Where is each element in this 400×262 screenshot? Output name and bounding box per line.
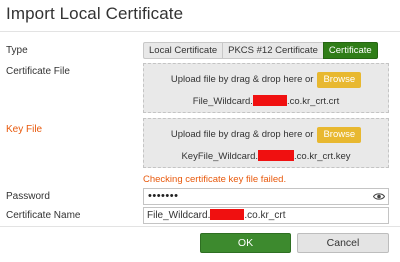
eye-icon[interactable]: [373, 192, 385, 201]
ok-button[interactable]: OK: [200, 233, 291, 253]
certificate-filename-suffix: .co.kr_crt.crt: [286, 96, 340, 107]
key-file-dropzone[interactable]: Upload file by drag & drop here or Brows…: [143, 118, 389, 168]
key-filename-prefix: KeyFile_Wildcard.: [181, 151, 259, 162]
key-filename-suffix: .co.kr_crt.key: [294, 151, 351, 162]
password-input[interactable]: •••••••: [143, 188, 389, 205]
certificate-name-label: Certificate Name: [6, 210, 81, 221]
key-browse-button[interactable]: Browse: [317, 126, 362, 143]
certificate-file-label: Certificate File: [6, 66, 70, 77]
key-file-label: Key File: [6, 124, 43, 135]
certificate-filename: File_Wildcard. .co.kr_crt.crt: [144, 95, 388, 107]
type-option-certificate[interactable]: Certificate: [322, 42, 378, 59]
certificate-upload-text: Upload file by drag & drop here or: [170, 74, 314, 85]
type-option-pkcs12-certificate[interactable]: PKCS #12 Certificate: [222, 42, 323, 59]
type-option-local-certificate[interactable]: Local Certificate: [143, 42, 223, 59]
certificate-name-input[interactable]: File_Wildcard. .co.kr_crt: [143, 207, 389, 224]
redaction-block: [258, 150, 295, 161]
redaction-block: [210, 209, 245, 220]
import-certificate-dialog: Import Local Certificate Type Local Cert…: [0, 0, 400, 262]
certificate-name-suffix: .co.kr_crt: [244, 210, 286, 221]
certificate-file-dropzone[interactable]: Upload file by drag & drop here or Brows…: [143, 63, 389, 113]
certificate-browse-button[interactable]: Browse: [317, 71, 362, 88]
type-selector: Local Certificate PKCS #12 Certificate C…: [143, 42, 378, 59]
title-divider: [0, 31, 400, 32]
certificate-filename-prefix: File_Wildcard.: [192, 96, 253, 107]
key-upload-text: Upload file by drag & drop here or: [170, 129, 314, 140]
type-label: Type: [6, 45, 28, 56]
dialog-title: Import Local Certificate: [6, 4, 184, 23]
password-masked-value: •••••••: [148, 190, 179, 202]
key-filename: KeyFile_Wildcard. .co.kr_crt.key: [144, 150, 388, 162]
footer-divider: [0, 226, 400, 227]
certificate-name-prefix: File_Wildcard.: [147, 210, 211, 221]
key-file-error-message: Checking certificate key file failed.: [143, 174, 287, 185]
redaction-block: [252, 95, 287, 106]
cancel-button[interactable]: Cancel: [297, 233, 389, 253]
password-label: Password: [6, 191, 50, 202]
